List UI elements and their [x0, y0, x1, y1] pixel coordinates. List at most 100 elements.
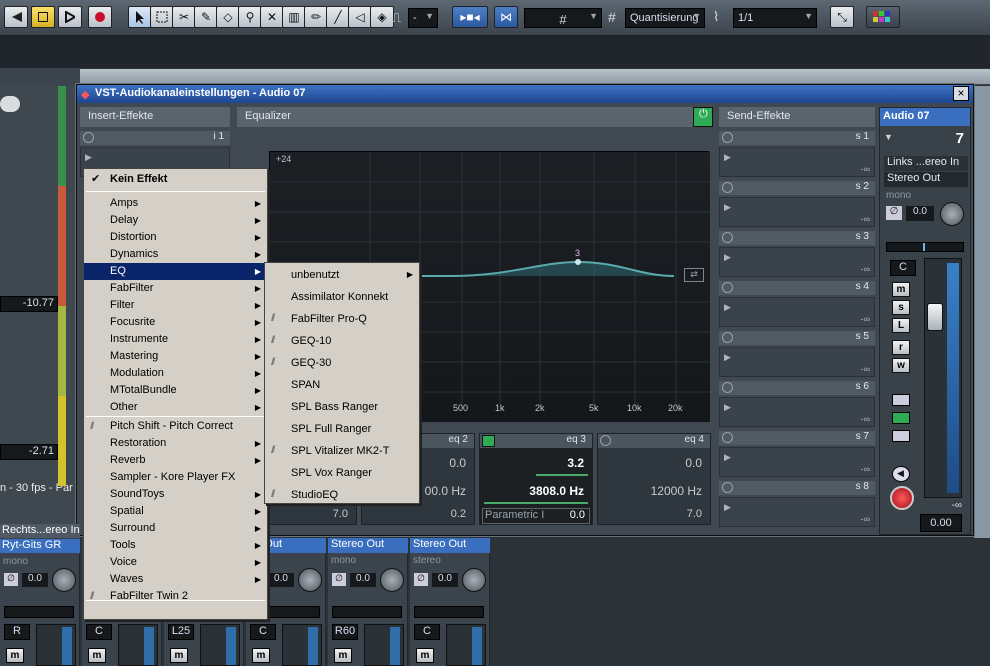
- draw-tool-button[interactable]: ✏: [304, 6, 328, 28]
- mixer-mute-button[interactable]: m: [170, 648, 188, 663]
- mixer-pan-value[interactable]: L25: [168, 624, 194, 640]
- phase-invert-icon[interactable]: ∅: [886, 206, 902, 220]
- eq-menu-item[interactable]: Assimilator Konnekt: [265, 287, 419, 307]
- mixer-gain-knob[interactable]: [52, 568, 76, 592]
- eq-band-freq[interactable]: 3808.0 Hz: [529, 484, 584, 498]
- record-button[interactable]: [88, 6, 112, 28]
- eq-band-power-button[interactable]: [482, 435, 495, 447]
- comp-tool-button[interactable]: ▥: [282, 6, 306, 28]
- send-bypass-button[interactable]: [892, 430, 910, 442]
- mixer-gain-knob[interactable]: [462, 568, 486, 592]
- play-button[interactable]: [58, 6, 82, 28]
- menu-item[interactable]: Restoration ▶: [84, 435, 267, 452]
- send-slot[interactable]: ▶ -∞: [719, 297, 875, 327]
- mixer-pan-slider[interactable]: [414, 606, 484, 618]
- edit-button[interactable]: [892, 394, 910, 406]
- eq-bypass-button[interactable]: ⏻: [693, 107, 713, 127]
- eq-menu-item[interactable]: SPL Bass Ranger: [265, 397, 419, 417]
- track-volume-1[interactable]: -10.77: [0, 296, 58, 312]
- split-tool-button[interactable]: ✂: [172, 6, 196, 28]
- menu-item[interactable]: Sampler - Kore Player FX: [84, 469, 267, 486]
- input-gain-knob[interactable]: [940, 202, 964, 226]
- stop-button[interactable]: [31, 6, 55, 28]
- pan-slider[interactable]: [886, 242, 964, 252]
- send-slot[interactable]: ▶ -∞: [719, 347, 875, 377]
- channel-name[interactable]: Audio 07: [880, 108, 970, 126]
- eq-menu-item[interactable]: /// GEQ-30: [265, 353, 419, 373]
- insert-bypass-button[interactable]: [892, 412, 910, 424]
- pan-value[interactable]: C: [890, 260, 916, 276]
- mixer-phase-value[interactable]: 0.0: [268, 573, 294, 587]
- write-automation-button[interactable]: w: [892, 358, 910, 373]
- eq-menu-item[interactable]: /// GEQ-10: [265, 331, 419, 351]
- mixer-phase-value[interactable]: 0.0: [22, 573, 48, 587]
- menu-item[interactable]: SoundToys ▶: [84, 486, 267, 503]
- output-routing[interactable]: Stereo Out: [884, 172, 968, 187]
- arrow-tool-button[interactable]: [128, 6, 152, 28]
- power-icon[interactable]: [722, 282, 733, 293]
- close-button[interactable]: ×: [953, 86, 969, 101]
- mixer-track-label[interactable]: Ryt-Gits GR: [0, 539, 80, 553]
- phase-invert-icon[interactable]: ∅: [414, 573, 428, 586]
- eq-menu-item[interactable]: SPL Vox Ranger: [265, 463, 419, 483]
- menu-item[interactable]: Voice ▶: [84, 554, 267, 571]
- menu-item[interactable]: MTotalBundle ▶: [84, 382, 267, 399]
- menu-item[interactable]: /// Pitch Shift - Pitch Correct: [84, 418, 267, 435]
- send-slot[interactable]: ▶ -∞: [719, 397, 875, 427]
- gain-slider[interactable]: [536, 474, 588, 476]
- track-volume-2[interactable]: -2.71: [0, 444, 58, 460]
- menu-item[interactable]: Dynamics ▶: [84, 246, 267, 263]
- eq-menu-item[interactable]: /// FabFilter Pro-Q: [265, 309, 419, 329]
- send-slot[interactable]: ▶ -∞: [719, 147, 875, 177]
- range-tool-button[interactable]: [150, 6, 174, 28]
- eq-band-q[interactable]: 7.0: [687, 508, 702, 520]
- fader-value[interactable]: 0.00: [920, 514, 962, 532]
- mixer-mute-button[interactable]: m: [252, 648, 270, 663]
- menu-item[interactable]: Instrumente ▶: [84, 331, 267, 348]
- monitor-button[interactable]: ◀: [892, 466, 910, 482]
- menu-item[interactable]: FabFilter ▶: [84, 280, 267, 297]
- eq-band-gain[interactable]: 0.0: [449, 456, 466, 470]
- quantize-preset-field[interactable]: Quantisierung ▼: [625, 8, 705, 28]
- mixer-pan-value[interactable]: R60: [332, 624, 358, 640]
- timeline-ruler[interactable]: [80, 69, 990, 85]
- mute-tool-button[interactable]: ✕: [260, 6, 284, 28]
- power-icon[interactable]: [722, 382, 733, 393]
- nudge-button[interactable]: ⤡: [830, 6, 854, 28]
- power-icon[interactable]: [722, 182, 733, 193]
- menu-item[interactable]: Focusrite ▶: [84, 314, 267, 331]
- mixer-fader[interactable]: [36, 624, 76, 666]
- mixer-pan-slider[interactable]: [332, 606, 402, 618]
- mixer-mute-button[interactable]: m: [334, 648, 352, 663]
- menu-item[interactable]: Waves ▶: [84, 571, 267, 588]
- menu-item[interactable]: Mastering ▶: [84, 348, 267, 365]
- eq-band-mode[interactable]: Parametric I 0.0: [482, 508, 590, 524]
- freq-slider[interactable]: [484, 502, 588, 504]
- listen-button[interactable]: L: [892, 318, 910, 333]
- mixer-phase-value[interactable]: 0.0: [432, 573, 458, 587]
- mixer-pan-value[interactable]: C: [250, 624, 276, 640]
- rewind-button[interactable]: [4, 6, 28, 28]
- mixer-fader[interactable]: [118, 624, 158, 666]
- mixer-output-name[interactable]: Stereo Out: [410, 538, 490, 553]
- mixer-fader[interactable]: [446, 624, 486, 666]
- menu-item[interactable]: Reverb ▶: [84, 452, 267, 469]
- eq-band-gain[interactable]: 3.2: [567, 456, 584, 470]
- mixer-pan-value[interactable]: C: [86, 624, 112, 640]
- mixer-mute-button[interactable]: m: [6, 648, 24, 663]
- eq-band-freq[interactable]: 12000 Hz: [651, 484, 702, 498]
- menu-item-none[interactable]: ✔ Kein Effekt: [84, 171, 267, 188]
- menu-item[interactable]: Modulation ▶: [84, 365, 267, 382]
- send-slot[interactable]: ▶ -∞: [719, 497, 875, 527]
- eq-band-gain[interactable]: 0.0: [685, 456, 702, 470]
- mixer-fader[interactable]: [200, 624, 240, 666]
- track-mute-button[interactable]: [0, 96, 20, 112]
- mixer-mute-button[interactable]: m: [88, 648, 106, 663]
- phase-invert-icon[interactable]: ∅: [4, 573, 18, 586]
- quantize-value-field[interactable]: 1/1 ▼: [733, 8, 817, 28]
- mixer-mute-button[interactable]: m: [416, 648, 434, 663]
- power-icon[interactable]: [722, 332, 733, 343]
- power-icon[interactable]: [722, 132, 733, 143]
- volume-fader[interactable]: [927, 303, 943, 331]
- menu-item[interactable]: Amps ▶: [84, 195, 267, 212]
